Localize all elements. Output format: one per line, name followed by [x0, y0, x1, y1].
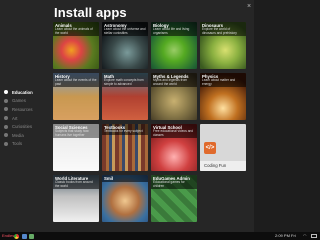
sidebar-item-tools[interactable]: Tools — [4, 140, 48, 149]
app-center-icon[interactable] — [29, 233, 34, 239]
app-tile-edugames-admin[interactable]: EduGames Admin Educational games for chi… — [151, 175, 197, 222]
tile-label: Animals Learn about the animals of the w… — [53, 22, 99, 37]
taskbar: Endless 2:09 PM Fri ◠ — [0, 232, 320, 240]
app-tile-biology[interactable]: Biology Learn about life and living orga… — [151, 22, 197, 69]
app-tile-physics[interactable]: Physics Learn about matter and energy — [200, 73, 246, 120]
app-description: Subjects that study how humans live toge… — [55, 129, 89, 137]
sidebar-item-curiosities[interactable]: Curiosities — [4, 122, 48, 131]
sidebar-item-label: Art — [12, 115, 18, 121]
app-grid: Animals Learn about the animals of the w… — [53, 22, 249, 232]
app-name: Smil — [104, 176, 114, 181]
resources-icon — [4, 107, 8, 112]
sidebar-item-label: Resources — [12, 106, 33, 112]
tile-label: EduGames Admin Educational games for chi… — [151, 175, 197, 190]
app-tile-animals[interactable]: Animals Learn about the animals of the w… — [53, 22, 99, 69]
tile-label: Textbooks Textbooks for every subject — [102, 124, 148, 135]
tile-label: History Learn about the events of the pa… — [53, 73, 99, 88]
app-description: Learn about the universe and stellar cur… — [104, 27, 146, 35]
close-icon[interactable]: × — [245, 3, 253, 11]
app-tile-social-sciences[interactable]: Social Sciences Subjects that study how … — [53, 124, 99, 171]
app-description: Learn about the animals of the world — [55, 27, 93, 35]
education-icon — [4, 90, 8, 95]
tile-label: Math Explore math concepts from simple t… — [102, 73, 148, 88]
tile-label: Virtual School Free educational videos a… — [151, 124, 197, 139]
sidebar-item-label: Curiosities — [12, 124, 33, 130]
files-icon[interactable] — [22, 233, 27, 239]
app-tile-dinosaurs[interactable]: Dinosaurs Explore the world of dinosaurs… — [200, 22, 246, 69]
sidebar-item-label: Media — [12, 132, 24, 138]
app-description: Textbooks for every subject — [104, 129, 143, 133]
clock[interactable]: 2:09 PM — [275, 232, 290, 240]
app-description: Explore math concepts from simple to adv… — [104, 78, 144, 86]
tools-icon — [4, 141, 8, 146]
battery-icon[interactable] — [311, 234, 317, 238]
tile-label: Biology Learn about life and living orga… — [151, 22, 197, 37]
tile-label: Physics Learn about matter and energy — [200, 73, 246, 88]
curiosities-icon — [4, 124, 8, 129]
app-tile-textbooks[interactable]: Textbooks Textbooks for every subject — [102, 124, 148, 171]
wifi-icon[interactable]: ◠ — [303, 232, 307, 240]
app-tile-virtual-school[interactable]: Virtual School Free educational videos a… — [151, 124, 197, 171]
tile-label: Astronomy Learn about the universe and s… — [102, 22, 148, 37]
sidebar-item-label: Education — [12, 89, 33, 95]
sidebar-item-art[interactable]: Art — [4, 114, 48, 123]
app-description: Classic books from around the world — [55, 180, 93, 188]
date: Fri — [291, 233, 296, 238]
tile-label: Myths & Legends Myths and legends from a… — [151, 73, 197, 88]
tile-label: Dinosaurs Explore the world of dinosaurs… — [200, 22, 246, 37]
tile-label: Social Sciences Subjects that study how … — [53, 124, 99, 139]
sidebar-item-games[interactable]: Games — [4, 97, 48, 106]
tile-label: Smil — [102, 175, 148, 182]
browser-icon[interactable] — [14, 233, 19, 239]
app-tile-history[interactable]: History Learn about the events of the pa… — [53, 73, 99, 120]
app-tile-world-literature[interactable]: World Literature Classic books from arou… — [53, 175, 99, 222]
sidebar-item-media[interactable]: Media — [4, 131, 48, 140]
app-tile-math[interactable]: Math Explore math concepts from simple t… — [102, 73, 148, 120]
category-sidebar: Education Games Resources Art Curiositie… — [4, 88, 48, 148]
app-description: Myths and legends from around the world — [153, 78, 188, 86]
sidebar-item-label: Games — [12, 98, 26, 104]
app-description: Learn about life and living organisms — [153, 27, 190, 35]
art-icon — [4, 116, 8, 121]
sidebar-item-label: Tools — [12, 141, 23, 147]
sidebar-item-resources[interactable]: Resources — [4, 105, 48, 114]
app-tile-myths-legends[interactable]: Myths & Legends Myths and legends from a… — [151, 73, 197, 120]
dim-overlay — [254, 0, 320, 232]
app-description: Educational games for children — [153, 180, 185, 188]
app-tile-smil[interactable]: Smil — [102, 175, 148, 222]
sidebar-item-education[interactable]: Education — [4, 88, 48, 97]
app-description: Explore the world of dinosaurs and prehi… — [202, 27, 237, 35]
media-icon — [4, 133, 8, 138]
page-title: Install apps — [54, 5, 127, 20]
code-icon: </> — [204, 142, 216, 154]
app-name: Coding Fun — [200, 161, 246, 171]
app-tile-coding-fun[interactable]: </> Coding Fun — [200, 124, 246, 171]
tile-label: World Literature Classic books from arou… — [53, 175, 99, 190]
games-icon — [4, 98, 8, 103]
app-description: Learn about matter and energy — [202, 78, 236, 86]
app-description: Learn about the events of the past — [55, 78, 97, 86]
app-tile-astronomy[interactable]: Astronomy Learn about the universe and s… — [102, 22, 148, 69]
app-description: Free educational videos and classes — [153, 129, 194, 137]
